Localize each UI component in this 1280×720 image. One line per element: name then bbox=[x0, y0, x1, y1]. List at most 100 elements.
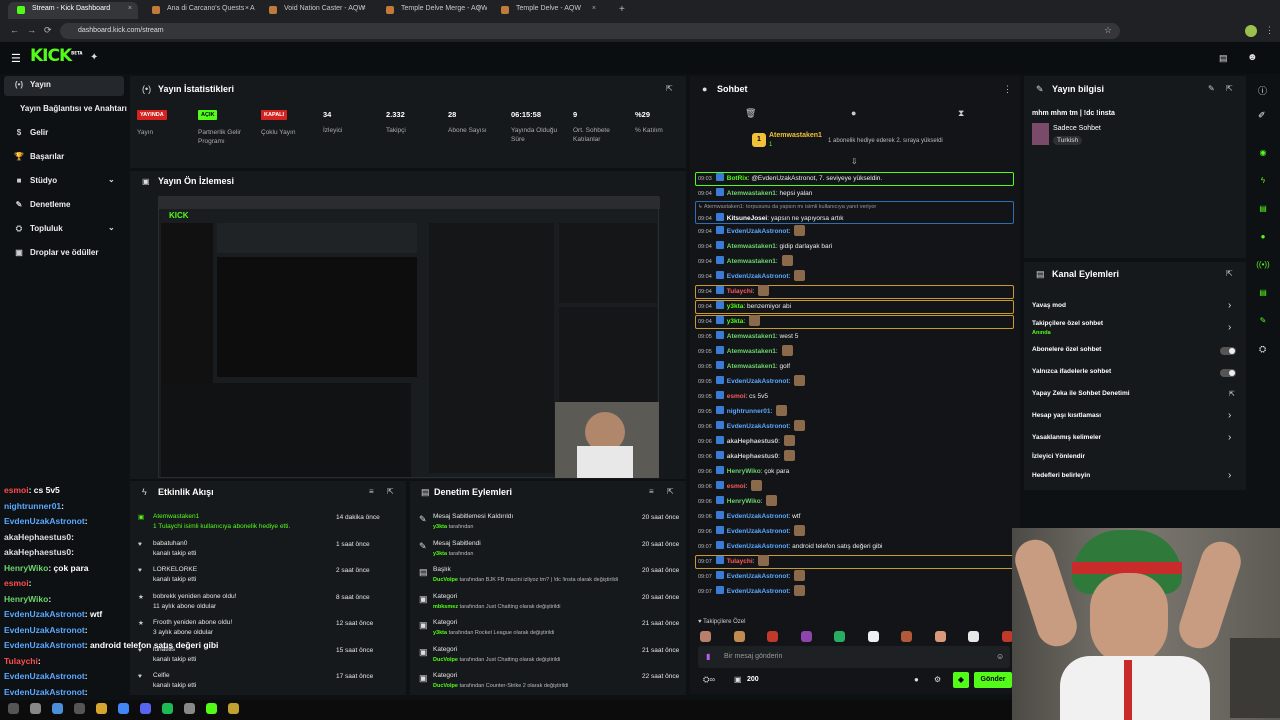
send-button[interactable]: Gönder bbox=[974, 672, 1012, 688]
chat-message[interactable]: 09:03 BotRix: @EvdenUzakAstronot, 7. sevi… bbox=[698, 172, 882, 185]
chat-message[interactable]: 09:06 akaHephaestus0: bbox=[698, 435, 795, 448]
address-bar[interactable]: dashboard.kick.com/stream bbox=[60, 23, 1120, 39]
actions-popout-icon[interactable]: ⇱ bbox=[1226, 269, 1233, 278]
emote-icon[interactable] bbox=[1001, 631, 1013, 642]
tab-close-icon[interactable]: × bbox=[245, 5, 249, 12]
channel-action-label[interactable]: Abonelere özel sohbet bbox=[1032, 346, 1101, 353]
sidebar-item[interactable]: 🏆 Başarılar bbox=[14, 152, 64, 161]
edit-icon[interactable]: ✎ bbox=[1208, 84, 1215, 93]
chat-message[interactable]: 09:04 Atemwastaken1: gidip darlayak bari bbox=[698, 240, 832, 253]
tab-close-icon[interactable]: × bbox=[477, 5, 481, 12]
chat-username[interactable]: EvdenUzakAstronot bbox=[727, 573, 789, 580]
moderation-user[interactable]: DucVolpe bbox=[433, 683, 458, 689]
chat-username[interactable]: KitsuneJosei bbox=[727, 215, 767, 222]
browser-tab[interactable]: Temple Delve - AQW × bbox=[492, 2, 602, 19]
browser-tab[interactable]: Stream - Kick Dashboard × bbox=[8, 2, 138, 19]
chevron-right-icon[interactable]: › bbox=[1228, 432, 1231, 443]
chat-username[interactable]: y3kta bbox=[727, 318, 744, 325]
kick-bot-icon[interactable]: ◆ bbox=[953, 672, 969, 688]
tab-close-icon[interactable]: × bbox=[592, 5, 596, 12]
chat-username[interactable]: EvdenUzakAstronot bbox=[727, 543, 789, 550]
moderation-user[interactable]: DucVolpe bbox=[433, 577, 458, 583]
trash-icon[interactable]: 🗑 bbox=[745, 108, 756, 119]
emote-icon[interactable] bbox=[700, 631, 711, 642]
taskbar-app-icon[interactable] bbox=[74, 703, 85, 714]
moderation-user[interactable]: y3kta bbox=[433, 630, 447, 636]
channel-action-label[interactable]: Hesap yaşı kısıtlaması bbox=[1032, 412, 1101, 419]
chat-username[interactable]: BotRix bbox=[727, 175, 748, 182]
chat-username[interactable]: EvdenUzakAstronot bbox=[727, 513, 789, 520]
moderation-user[interactable]: y3kta bbox=[433, 551, 447, 557]
chat-username[interactable]: EvdenUzakAstronot bbox=[727, 273, 789, 280]
browser-menu-icon[interactable]: ⋮ bbox=[1265, 25, 1274, 36]
rail-wrench-icon[interactable]: ✎ bbox=[1255, 313, 1271, 329]
chat-message[interactable]: 09:04 EvdenUzakAstronot: bbox=[698, 225, 806, 238]
chat-message[interactable]: 09:04 Atemwastaken1: hepsi yalan bbox=[698, 187, 812, 200]
chat-username[interactable]: Tulaychi bbox=[727, 288, 753, 295]
chevron-right-icon[interactable]: › bbox=[1228, 300, 1231, 311]
category-name[interactable]: Sadece Sohbet bbox=[1053, 125, 1101, 132]
moderation-popout-icon[interactable]: ⇱ bbox=[667, 487, 674, 496]
chat-username[interactable]: EvdenUzakAstronot bbox=[727, 528, 789, 535]
taskbar-app-icon[interactable] bbox=[8, 703, 19, 714]
taskbar-app-icon[interactable] bbox=[162, 703, 173, 714]
filter-icon[interactable]: ≡ bbox=[369, 487, 374, 496]
chat-username[interactable]: HenryWiko bbox=[727, 498, 761, 505]
emote-icon[interactable] bbox=[934, 631, 946, 642]
chat-message[interactable]: 09:06 EvdenUzakAstronot: bbox=[698, 525, 806, 538]
activity-user[interactable]: bobrekk yeniden abone oldu! bbox=[153, 593, 236, 601]
chat-username[interactable]: esmoi bbox=[727, 393, 746, 400]
chat-message[interactable]: 09:05 Atemwastaken1: west 5 bbox=[698, 330, 798, 343]
chat-message[interactable]: 09:07 EvdenUzakAstronot: bbox=[698, 585, 806, 598]
channel-action-label[interactable]: Yavaş mod bbox=[1032, 302, 1066, 309]
chat-emote-icon[interactable]: ● bbox=[914, 675, 919, 684]
chat-message[interactable]: 09:04 y3kta: benzemiyor abi bbox=[698, 300, 791, 313]
chat-message[interactable]: 09:06 akaHephaestus0: bbox=[698, 450, 795, 463]
kick-logo[interactable]: KICKBETA bbox=[30, 46, 82, 66]
chevron-right-icon[interactable]: › bbox=[1228, 410, 1231, 421]
moderation-user[interactable]: y3kta bbox=[433, 524, 447, 530]
chat-username[interactable]: Atemwastaken1 bbox=[727, 258, 776, 265]
chevron-right-icon[interactable]: › bbox=[1228, 470, 1231, 481]
rail-camera-icon[interactable]: ◉ bbox=[1255, 145, 1271, 161]
sidebar-item[interactable]: ■ Stüdyo ⌄ bbox=[14, 175, 115, 185]
chevron-down-icon[interactable]: ⌄ bbox=[108, 223, 115, 232]
chat-username[interactable]: akaHephaestus0 bbox=[727, 438, 778, 445]
browser-tab[interactable]: Ana di Carcano's Quests - AQW× bbox=[143, 2, 255, 19]
tab-close-icon[interactable]: × bbox=[362, 5, 366, 12]
chat-username[interactable]: Atemwastaken1 bbox=[727, 243, 776, 250]
chat-message[interactable]: 09:06 EvdenUzakAstronot: bbox=[698, 420, 806, 433]
external-link-icon[interactable]: ⇱ bbox=[1229, 390, 1235, 398]
layout-icon[interactable]: ▤ bbox=[1219, 53, 1228, 64]
taskbar-app-icon[interactable] bbox=[228, 703, 239, 714]
rail-pin-icon[interactable]: ✐ bbox=[1258, 110, 1266, 121]
chat-message[interactable]: 09:06 HenryWiko: çok para bbox=[698, 465, 789, 478]
emote-icon[interactable] bbox=[767, 631, 778, 642]
chat-username[interactable]: akaHephaestus0 bbox=[727, 453, 778, 460]
chevron-right-icon[interactable]: › bbox=[1228, 322, 1231, 333]
activity-user[interactable]: babatuhan0 bbox=[153, 540, 187, 548]
chat-username[interactable]: Atemwastaken1 bbox=[727, 348, 776, 355]
rail-broadcast-icon[interactable]: ((•)) bbox=[1255, 257, 1271, 273]
rail-actions-icon[interactable]: ▤ bbox=[1255, 285, 1271, 301]
channel-action-label[interactable]: Takipçilere özel sohbet bbox=[1032, 320, 1103, 327]
rail-users-icon[interactable]: ⛭ bbox=[1259, 344, 1266, 355]
activity-user[interactable]: Atemwastaken1 bbox=[153, 513, 199, 521]
activity-user[interactable]: Celfie bbox=[153, 672, 170, 680]
chat-message[interactable]: 09:07 EvdenUzakAstronot: android telefon … bbox=[698, 540, 882, 553]
toggle-switch[interactable] bbox=[1220, 347, 1236, 355]
chat-message[interactable]: 09:06 esmoi: bbox=[698, 480, 763, 493]
chat-message[interactable]: 09:05 Atemwastaken1: golf bbox=[698, 360, 790, 373]
chat-message[interactable]: 09:04 y3kta: bbox=[698, 315, 761, 328]
chat-username[interactable]: EvdenUzakAstronot bbox=[727, 588, 789, 595]
back-icon[interactable]: ← bbox=[10, 25, 19, 35]
rail-doc-icon[interactable]: ▤ bbox=[1255, 201, 1271, 217]
info-popout-icon[interactable]: ⇱ bbox=[1226, 84, 1233, 93]
chat-username[interactable]: EvdenUzakAstronot bbox=[727, 378, 789, 385]
browser-tab[interactable]: Temple Delve Merge - AQW × bbox=[377, 2, 487, 19]
rail-bolt-icon[interactable]: ϟ bbox=[1255, 173, 1271, 189]
taskbar-app-icon[interactable] bbox=[30, 703, 41, 714]
chat-username[interactable]: EvdenUzakAstronot bbox=[727, 228, 789, 235]
channel-action-label[interactable]: Yapay Zeka ile Sohbet Denetimi bbox=[1032, 390, 1130, 397]
info-icon[interactable]: ⓘ bbox=[1258, 84, 1267, 97]
